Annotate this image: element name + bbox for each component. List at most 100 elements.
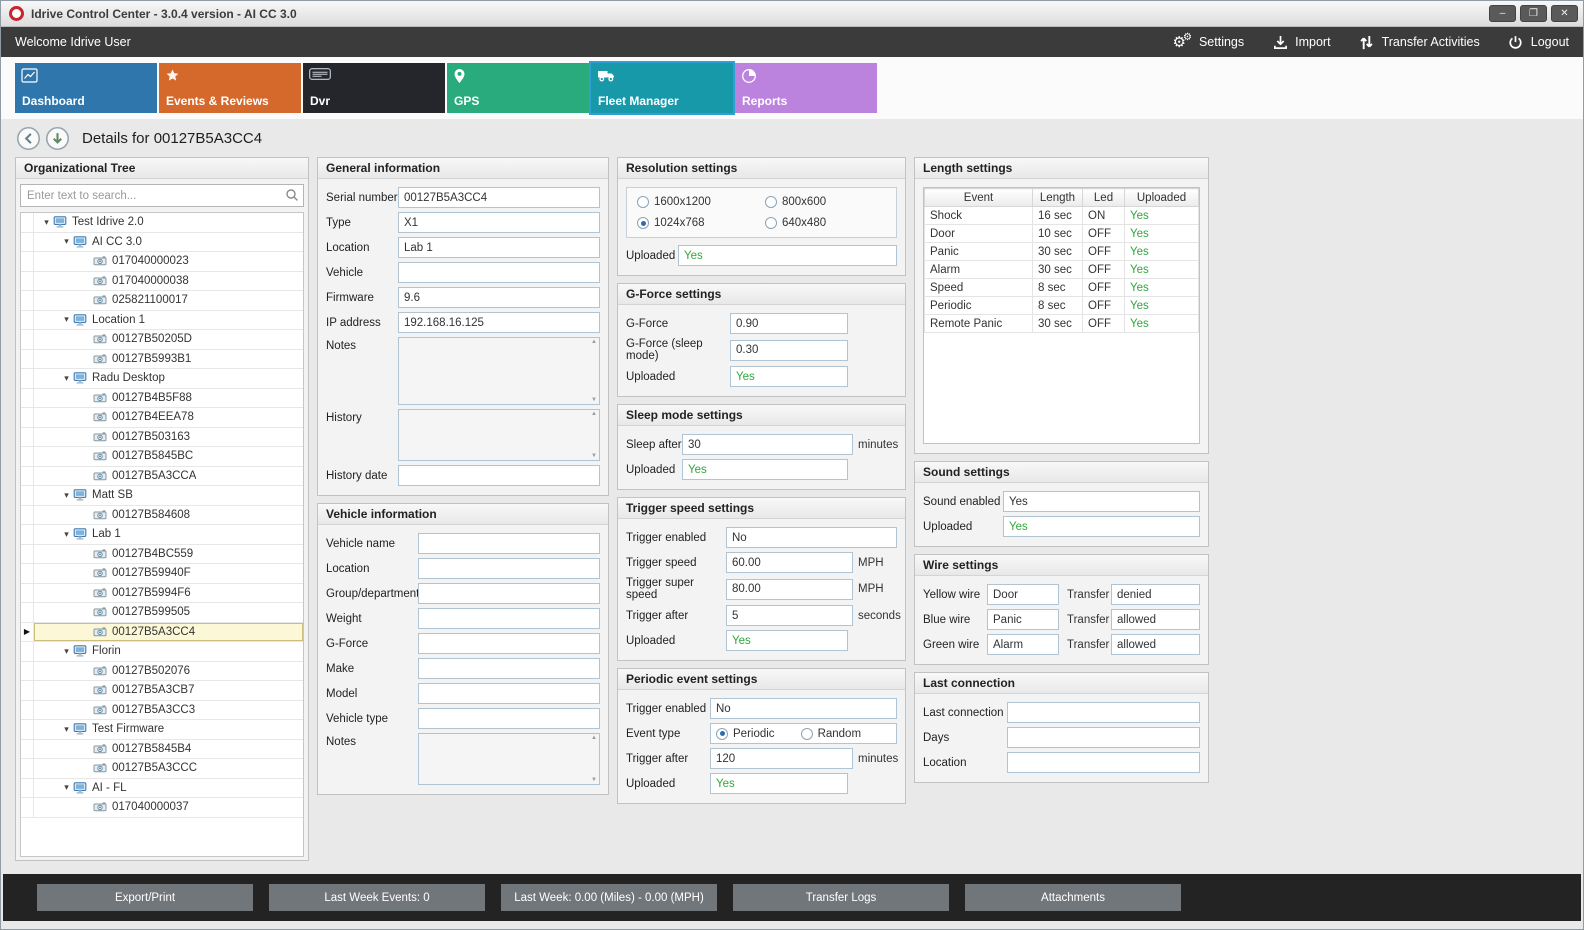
table-row-speed[interactable]: Speed8 secOFFYes [925, 279, 1199, 297]
field-group-department[interactable] [418, 583, 600, 604]
field-location[interactable]: Lab 1 [398, 237, 600, 258]
field-uploaded[interactable]: Yes [678, 245, 897, 266]
expand-arrow-icon[interactable]: ▾ [60, 647, 73, 656]
table-header[interactable]: Event [925, 189, 1033, 207]
tree-node-00127b5845bc[interactable]: 00127B5845BC [21, 447, 303, 467]
tree-node-00127b5a3cc3[interactable]: 00127B5A3CC3 [21, 701, 303, 721]
tree-node-test-idrive-2-0[interactable]: ▾Test Idrive 2.0 [21, 213, 303, 233]
tree-node-ai-cc-3-0[interactable]: ▾AI CC 3.0 [21, 233, 303, 253]
field-trigger-super-speed[interactable]: 80.00 [726, 579, 853, 600]
field-g-force[interactable] [418, 633, 600, 654]
expand-arrow-icon[interactable]: ▾ [60, 374, 73, 383]
radio-1024x768[interactable]: 1024x768 [637, 217, 765, 229]
field-notes[interactable]: ▲▼ [398, 337, 600, 405]
tree-node-00127b4b5f88[interactable]: 00127B4B5F88 [21, 389, 303, 409]
tree-node-lab-1[interactable]: ▾Lab 1 [21, 525, 303, 545]
field-green-wire-transfer[interactable]: allowed [1111, 634, 1200, 655]
field-trigger-enabled[interactable]: No [710, 698, 897, 719]
radio-periodic[interactable]: Periodic [716, 728, 775, 740]
tab-events-reviews[interactable]: Events & Reviews [159, 63, 301, 113]
field-type[interactable]: X1 [398, 212, 600, 233]
close-button[interactable]: ✕ [1551, 5, 1578, 22]
minimize-button[interactable]: – [1489, 5, 1516, 22]
field-yellow-wire-transfer[interactable]: denied [1111, 584, 1200, 605]
field-weight[interactable] [418, 608, 600, 629]
tree-node-test-firmware[interactable]: ▾Test Firmware [21, 720, 303, 740]
field-blue-wire-transfer[interactable]: allowed [1111, 609, 1200, 630]
table-row-periodic[interactable]: Periodic8 secOFFYes [925, 297, 1199, 315]
field-make[interactable] [418, 658, 600, 679]
field-uploaded[interactable]: Yes [682, 459, 848, 480]
expand-arrow-icon[interactable]: ▾ [60, 315, 73, 324]
tree-search-input[interactable] [20, 184, 304, 207]
table-row-alarm[interactable]: Alarm30 secOFFYes [925, 261, 1199, 279]
bottom-button-last-week-0-00-miles-0-00-mph[interactable]: Last Week: 0.00 (Miles) - 0.00 (MPH) [501, 884, 717, 911]
tree-node-00127b5a3ccc[interactable]: 00127B5A3CCC [21, 759, 303, 779]
field-location[interactable] [418, 558, 600, 579]
expand-arrow-icon[interactable]: ▾ [60, 237, 73, 246]
tree-node-00127b5994f6[interactable]: 00127B5994F6 [21, 584, 303, 604]
tree-node-025821100017[interactable]: 025821100017 [21, 291, 303, 311]
tree-node-00127b5a3cca[interactable]: 00127B5A3CCA [21, 467, 303, 487]
radio-random[interactable]: Random [801, 728, 861, 740]
expand-arrow-icon[interactable]: ▾ [60, 491, 73, 500]
field-ip-address[interactable]: 192.168.16.125 [398, 312, 600, 333]
field-history[interactable]: ▲▼ [398, 409, 600, 461]
table-header[interactable]: Length [1033, 189, 1083, 207]
field-vehicle-name[interactable] [418, 533, 600, 554]
bottom-button-last-week-events-0[interactable]: Last Week Events: 0 [269, 884, 485, 911]
tree-node-florin[interactable]: ▾Florin [21, 642, 303, 662]
field-blue-wire[interactable]: Panic [987, 609, 1059, 630]
field-uploaded[interactable]: Yes [710, 773, 848, 794]
tree-node-radu-desktop[interactable]: ▾Radu Desktop [21, 369, 303, 389]
tree-node-00127b4eea78[interactable]: 00127B4EEA78 [21, 408, 303, 428]
tree-node-00127b5a3cc4[interactable]: ▶00127B5A3CC4 [21, 623, 303, 643]
field-model[interactable] [418, 683, 600, 704]
radio-800x600[interactable]: 800x600 [765, 196, 886, 208]
tab-dvr[interactable]: Dvr [303, 63, 445, 113]
field-g-force[interactable]: 0.90 [730, 313, 848, 334]
bottom-button-transfer-logs[interactable]: Transfer Logs [733, 884, 949, 911]
download-details-button[interactable] [45, 126, 70, 151]
maximize-button[interactable]: ❐ [1520, 5, 1547, 22]
tree-node-00127b5993b1[interactable]: 00127B5993B1 [21, 350, 303, 370]
table-header[interactable]: Uploaded [1125, 189, 1199, 207]
bottom-button-attachments[interactable]: Attachments [965, 884, 1181, 911]
table-row-door[interactable]: Door10 secOFFYes [925, 225, 1199, 243]
tree-node-017040000037[interactable]: 017040000037 [21, 798, 303, 818]
import-button[interactable]: Import [1272, 34, 1330, 50]
field-trigger-speed[interactable]: 60.00 [726, 552, 853, 573]
field-sound-enabled[interactable]: Yes [1003, 491, 1200, 512]
tree-node-017040000038[interactable]: 017040000038 [21, 272, 303, 292]
field-history-date[interactable] [398, 465, 600, 486]
field-uploaded[interactable]: Yes [1003, 516, 1200, 537]
field-vehicle-type[interactable] [418, 708, 600, 729]
field-days[interactable] [1007, 727, 1200, 748]
field-trigger-after[interactable]: 5 [726, 605, 853, 626]
field-uploaded[interactable]: Yes [730, 366, 848, 387]
table-header[interactable]: Led [1083, 189, 1125, 207]
field-trigger-after[interactable]: 120 [710, 748, 853, 769]
field-firmware[interactable]: 9.6 [398, 287, 600, 308]
tree-node-00127b584608[interactable]: 00127B584608 [21, 506, 303, 526]
field-uploaded[interactable]: Yes [726, 630, 848, 651]
expand-arrow-icon[interactable]: ▾ [60, 530, 73, 539]
field-serial-number[interactable]: 00127B5A3CC4 [398, 187, 600, 208]
tree-node-00127b50205d[interactable]: 00127B50205D [21, 330, 303, 350]
tree-node-00127b599505[interactable]: 00127B599505 [21, 603, 303, 623]
field-notes[interactable]: ▲▼ [418, 733, 600, 785]
tree-node-location-1[interactable]: ▾Location 1 [21, 311, 303, 331]
transfer-activities-button[interactable]: Transfer Activities [1359, 34, 1480, 50]
tab-fleet-manager[interactable]: Fleet Manager [591, 63, 733, 113]
field-yellow-wire[interactable]: Door [987, 584, 1059, 605]
tree-node-ai-fl[interactable]: ▾AI - FL [21, 779, 303, 799]
tree-node-00127b5a3cb7[interactable]: 00127B5A3CB7 [21, 681, 303, 701]
tree-node-00127b4bc559[interactable]: 00127B4BC559 [21, 545, 303, 565]
field-green-wire[interactable]: Alarm [987, 634, 1059, 655]
tree-node-matt-sb[interactable]: ▾Matt SB [21, 486, 303, 506]
field-trigger-enabled[interactable]: No [726, 527, 897, 548]
settings-button[interactable]: ⚙⚙Settings [1173, 34, 1245, 50]
tab-dashboard[interactable]: Dashboard [15, 63, 157, 113]
expand-arrow-icon[interactable]: ▾ [60, 725, 73, 734]
bottom-button-export-print[interactable]: Export/Print [37, 884, 253, 911]
